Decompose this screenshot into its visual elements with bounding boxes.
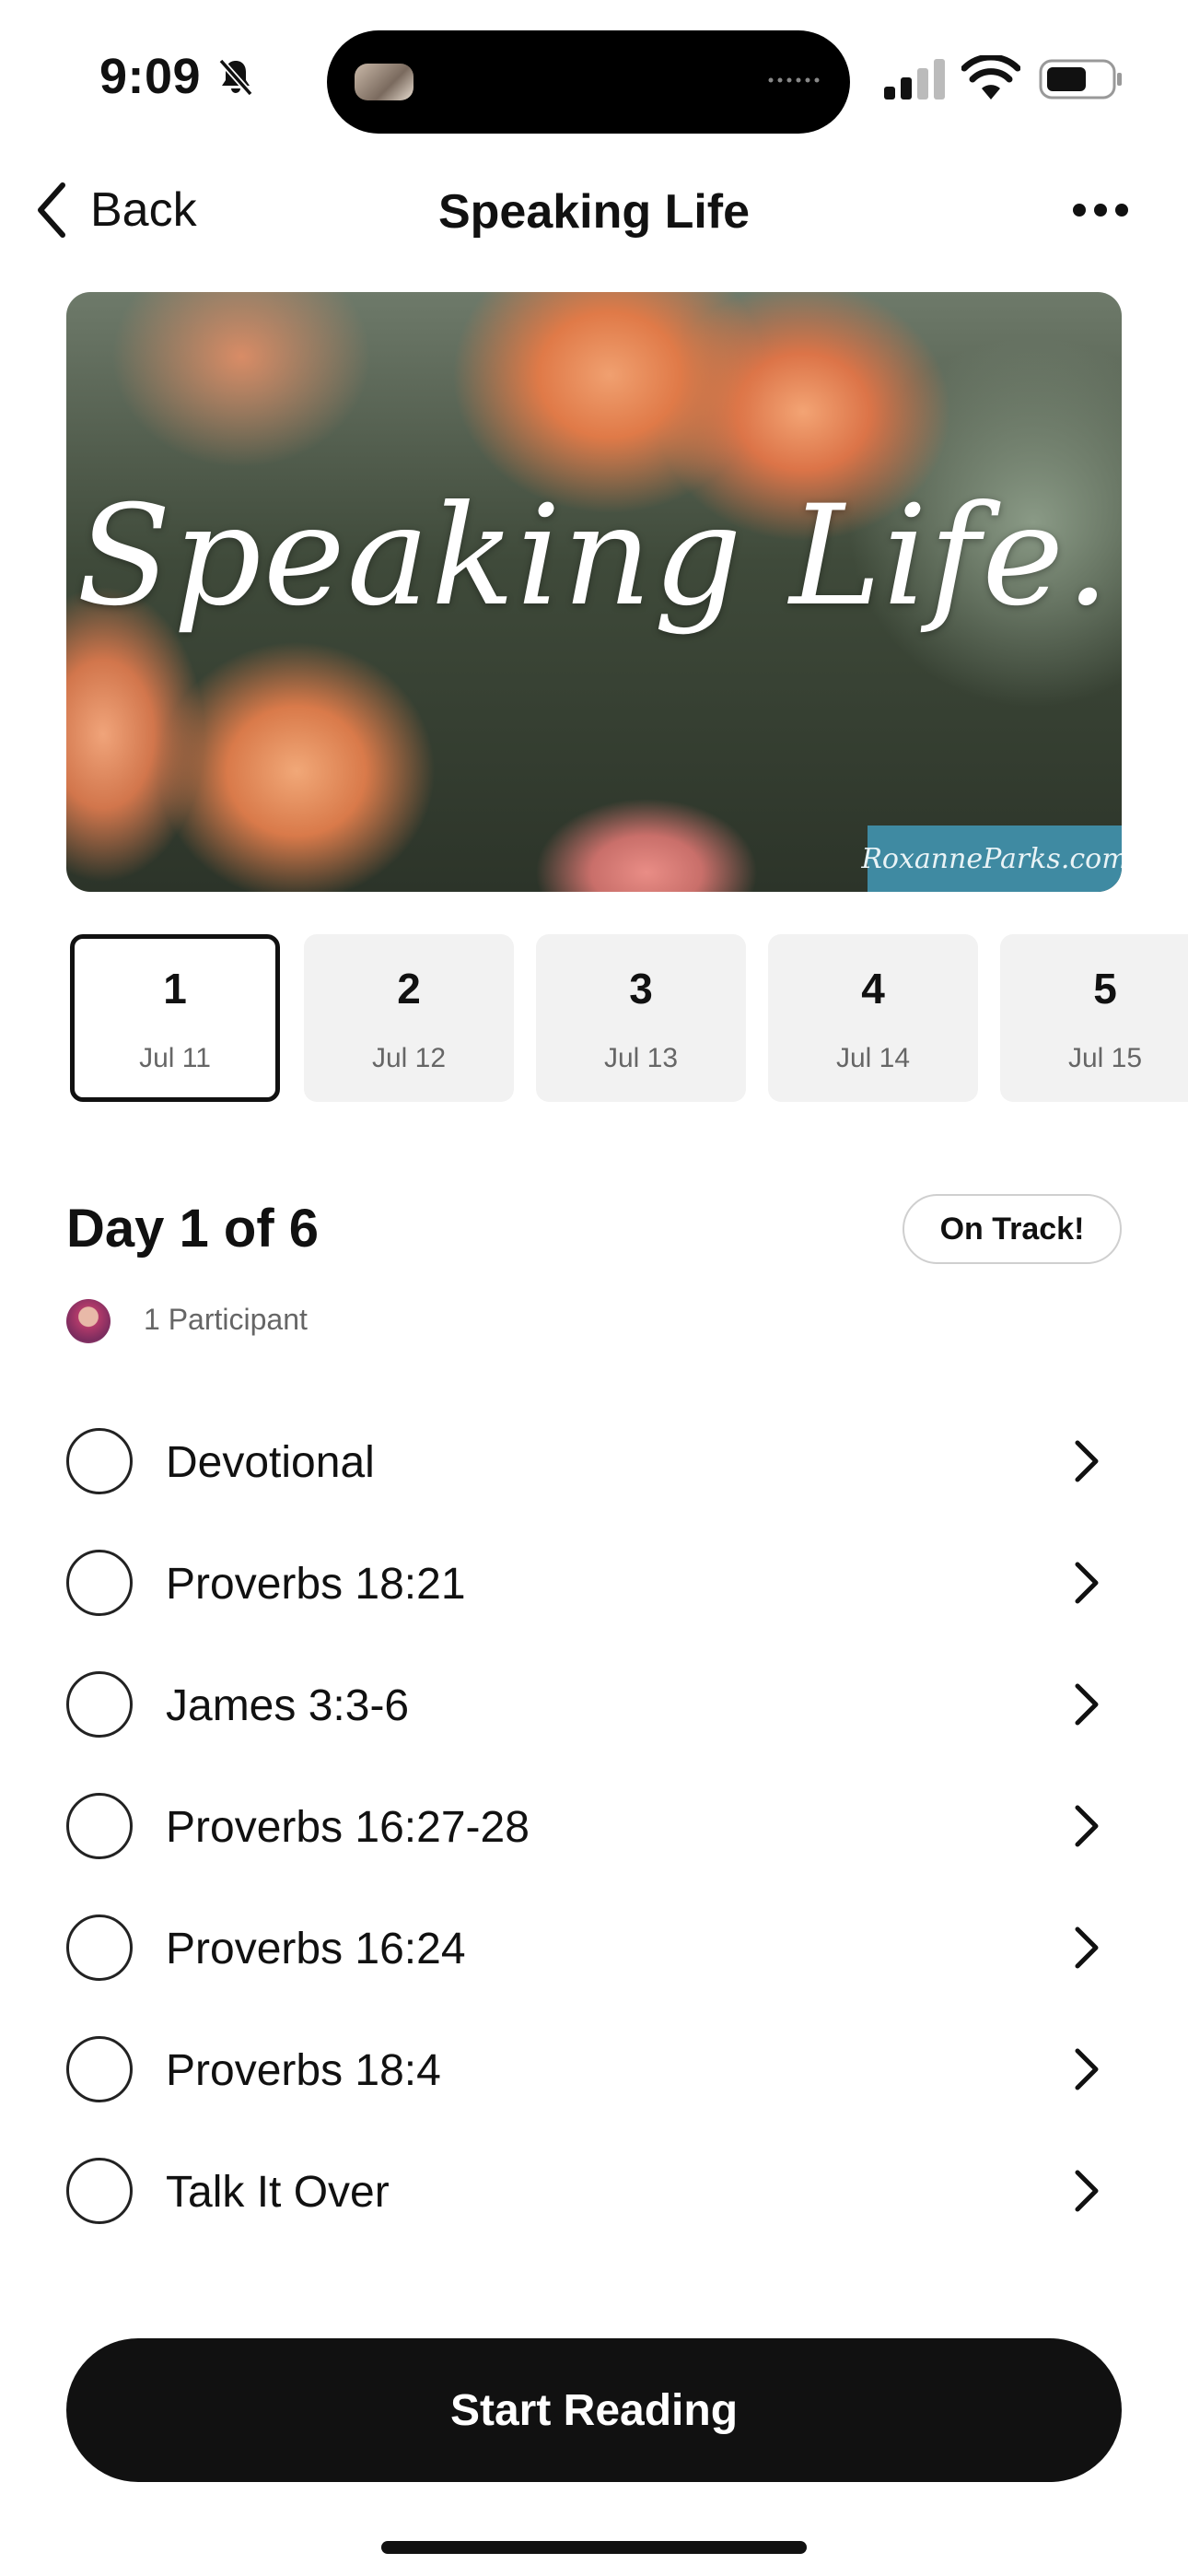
- day-date: Jul 15: [1067, 1043, 1143, 1073]
- reading-item-proverbs-18-4[interactable]: Proverbs 18:4: [0, 2008, 1188, 2130]
- battery-icon: [1039, 59, 1122, 100]
- status-bar: 9:09: [0, 0, 1188, 147]
- reading-label: James 3:3-6: [166, 1681, 410, 1730]
- day-number: 1: [163, 965, 187, 1013]
- waveform-icon: [768, 77, 820, 83]
- day-tab-3[interactable]: 3 Jul 13: [536, 934, 746, 1102]
- day-number: 5: [1093, 965, 1117, 1013]
- reading-item-proverbs-18-21[interactable]: Proverbs 18:21: [0, 1522, 1188, 1644]
- completion-checkbox[interactable]: [66, 1550, 133, 1616]
- bell-slash-icon: [218, 58, 253, 97]
- page-title: Speaking Life: [437, 185, 751, 239]
- status-time: 9:09: [99, 49, 202, 104]
- completion-checkbox[interactable]: [66, 1671, 133, 1738]
- cellular-signal-icon: [884, 59, 945, 100]
- day-date: Jul 12: [371, 1043, 447, 1073]
- dynamic-island: [327, 30, 850, 134]
- reading-item-devotional[interactable]: Devotional: [0, 1400, 1188, 1522]
- day-number: 2: [397, 965, 421, 1013]
- navigation-bar: Back Speaking Life: [0, 157, 1188, 263]
- completion-checkbox[interactable]: [66, 2036, 133, 2102]
- cover-title-text: Speaking Life.: [76, 476, 1112, 637]
- chevron-right-icon: [1075, 1440, 1099, 1482]
- day-tab-5[interactable]: 5 Jul 15: [1000, 934, 1188, 1102]
- chevron-right-icon: [1075, 1926, 1099, 1969]
- reading-item-james-3-3-6[interactable]: James 3:3-6: [0, 1644, 1188, 1765]
- participant-count[interactable]: 1 Participant: [144, 1303, 308, 1337]
- completion-checkbox[interactable]: [66, 1914, 133, 1981]
- day-number: 3: [629, 965, 653, 1013]
- day-date: Jul 14: [835, 1043, 911, 1073]
- day-date: Jul 13: [603, 1043, 679, 1073]
- completion-checkbox[interactable]: [66, 1428, 133, 1494]
- chevron-right-icon: [1075, 2170, 1099, 2212]
- day-tab-2[interactable]: 2 Jul 12: [304, 934, 514, 1102]
- reading-label: Proverbs 18:21: [166, 1560, 466, 1609]
- participant-avatar[interactable]: [66, 1299, 111, 1343]
- home-indicator[interactable]: [381, 2541, 807, 2554]
- cover-watermark: RoxanneParks.com: [861, 825, 1122, 892]
- reading-item-proverbs-16-24[interactable]: Proverbs 16:24: [0, 1887, 1188, 2008]
- chevron-right-icon: [1075, 1562, 1099, 1604]
- more-options-icon[interactable]: [1070, 184, 1131, 236]
- day-selector: 1 Jul 11 2 Jul 12 3 Jul 13 4 Jul 14 5 Ju…: [66, 934, 1188, 1104]
- start-reading-button[interactable]: Start Reading: [66, 2338, 1122, 2482]
- reading-item-talk-it-over[interactable]: Talk It Over: [0, 2130, 1188, 2252]
- reading-label: Proverbs 18:4: [166, 2046, 441, 2095]
- on-track-badge[interactable]: On Track!: [903, 1194, 1122, 1264]
- completion-checkbox[interactable]: [66, 1793, 133, 1859]
- day-title: Day 1 of 6: [66, 1199, 319, 1259]
- reading-label: Proverbs 16:27-28: [166, 1803, 530, 1852]
- chevron-right-icon: [1075, 1805, 1099, 1847]
- reading-label: Proverbs 16:24: [166, 1925, 466, 1973]
- completion-checkbox[interactable]: [66, 2158, 133, 2224]
- reading-label: Devotional: [166, 1438, 375, 1487]
- day-number: 4: [861, 965, 885, 1013]
- day-date: Jul 11: [139, 1043, 211, 1073]
- plan-cover-image: Speaking Life. RoxanneParks.com: [66, 292, 1122, 892]
- reading-label: Talk It Over: [166, 2168, 390, 2217]
- chevron-right-icon: [1075, 2048, 1099, 2090]
- chevron-right-icon: [1075, 1683, 1099, 1726]
- wifi-icon: [961, 55, 1020, 100]
- now-playing-thumbnail: [355, 64, 413, 100]
- day-tab-4[interactable]: 4 Jul 14: [768, 934, 978, 1102]
- day-tab-1[interactable]: 1 Jul 11: [70, 934, 280, 1102]
- reading-item-proverbs-16-27-28[interactable]: Proverbs 16:27-28: [0, 1765, 1188, 1887]
